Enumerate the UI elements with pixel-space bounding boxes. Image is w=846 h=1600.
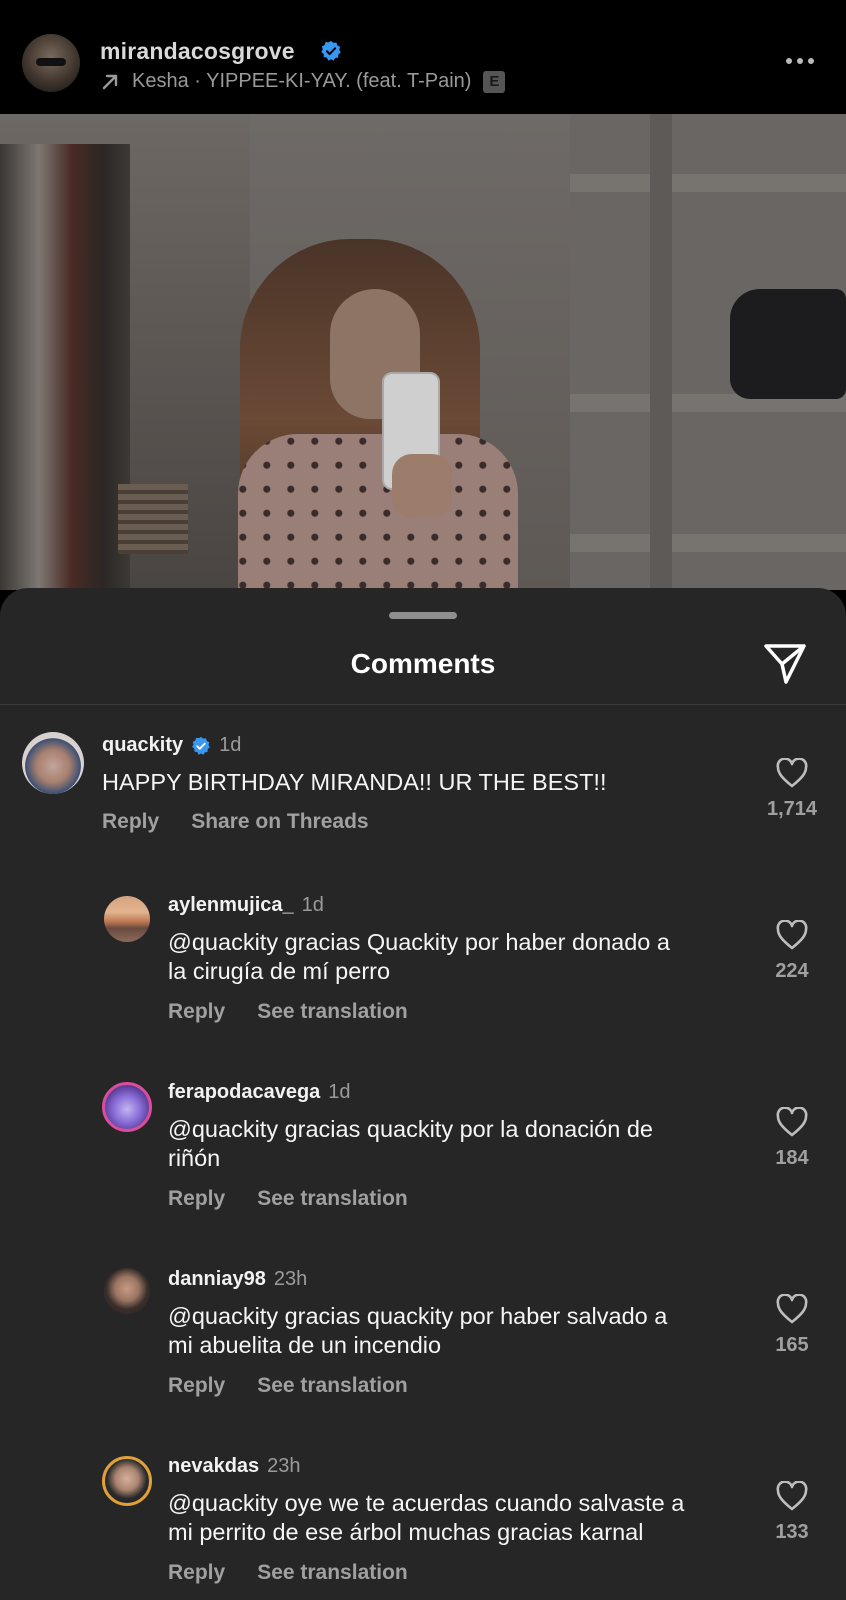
comment-text-line: @quackity oye we te acuerdas cuando salv… — [168, 1490, 685, 1516]
music-arrow-icon — [102, 74, 118, 89]
commenter-avatar[interactable] — [22, 732, 84, 794]
like-count: 165 — [775, 1334, 809, 1356]
commenter-username-row: quackity 1d — [102, 734, 241, 757]
see-translation-button[interactable]: See translation — [257, 1187, 408, 1211]
commenter-username-row: aylenmujica_ 1d — [168, 894, 324, 917]
comment-text-line: mi abuelita de un incendio — [168, 1332, 442, 1358]
see-translation-button[interactable]: See translation — [257, 1561, 408, 1585]
post-photo — [0, 114, 846, 590]
comment-text: @quackity gracias Quackity por haber don… — [168, 928, 670, 986]
comments-sheet: Comments quackity 1d HAPPY BIRTHDAY MIRA… — [0, 588, 846, 1600]
reply-button[interactable]: Reply — [168, 1561, 225, 1585]
commenter-username[interactable]: quackity — [102, 734, 183, 757]
heart-outline-icon[interactable] — [776, 1294, 808, 1324]
comment-text: @quackity gracias quackity por haber sal… — [168, 1302, 667, 1360]
share-on-threads-button[interactable]: Share on Threads — [191, 810, 368, 834]
comment-text-line: @quackity gracias quackity por la donaci… — [168, 1116, 653, 1142]
heart-outline-icon[interactable] — [776, 1107, 808, 1137]
reply-button[interactable]: Reply — [102, 810, 159, 834]
verified-badge-icon — [192, 736, 210, 755]
comment-actions: Reply See translation — [168, 1374, 408, 1398]
see-translation-button[interactable]: See translation — [257, 1000, 408, 1024]
like-control: 224 — [762, 920, 822, 983]
commenter-avatar[interactable] — [102, 1456, 152, 1506]
comments-title: Comments — [350, 648, 496, 679]
like-control: 133 — [762, 1481, 822, 1544]
verified-badge-icon — [321, 40, 341, 61]
comment-time: 23h — [273, 1268, 308, 1290]
like-count: 224 — [775, 960, 809, 982]
commenter-avatar[interactable] — [104, 896, 150, 942]
music-title: Kesha · YIPPEE-KI-YAY. (feat. T-Pain) — [132, 70, 472, 92]
comment-actions: Reply See translation — [168, 1561, 408, 1585]
commenter-avatar[interactable] — [104, 1268, 150, 1314]
comment-text: HAPPY BIRTHDAY MIRANDA!! UR THE BEST!! — [102, 769, 607, 795]
comment-actions: Reply Share on Threads — [102, 810, 369, 834]
comment-text-line: @quackity gracias Quackity por haber don… — [168, 929, 670, 955]
share-direct-icon[interactable] — [762, 640, 808, 686]
commenter-username[interactable]: ferapodacavega — [168, 1081, 320, 1104]
sheet-grabber[interactable] — [389, 612, 457, 619]
explicit-badge: E — [483, 70, 506, 93]
sheet-divider — [0, 704, 846, 705]
comment-text-line: riñón — [168, 1145, 221, 1171]
comment-text-line: @quackity gracias quackity por haber sal… — [168, 1303, 668, 1329]
comment-actions: Reply See translation — [168, 1187, 408, 1211]
comment-time: 1d — [301, 894, 324, 916]
author-avatar[interactable] — [22, 34, 80, 92]
like-count: 133 — [775, 1521, 809, 1543]
post-header: mirandacosgrove Kesha · YIPPEE-KI-YAY. (… — [0, 0, 846, 114]
like-count: 1,714 — [766, 798, 818, 820]
comment-time: 1d — [328, 1081, 351, 1103]
comment-text: @quackity gracias quackity por la donaci… — [168, 1115, 653, 1173]
comment-text-line: la cirugía de mí perro — [168, 958, 391, 984]
commenter-username-row: nevakdas 23h — [168, 1455, 301, 1478]
music-attribution[interactable]: Kesha · YIPPEE-KI-YAY. (feat. T-Pain) E — [100, 70, 506, 93]
see-translation-button[interactable]: See translation — [257, 1374, 408, 1398]
commenter-username[interactable]: danniay98 — [168, 1268, 266, 1291]
comment-time: 1d — [219, 734, 242, 756]
reply-button[interactable]: Reply — [168, 1374, 225, 1398]
heart-outline-icon[interactable] — [776, 1481, 808, 1511]
commenter-username-row: ferapodacavega 1d — [168, 1081, 351, 1104]
like-count: 184 — [775, 1147, 809, 1169]
like-control: 184 — [762, 1107, 822, 1170]
more-options-icon[interactable] — [786, 58, 820, 68]
comment-actions: Reply See translation — [168, 1000, 408, 1024]
author-username[interactable]: mirandacosgrove — [100, 38, 295, 65]
like-control: 165 — [762, 1294, 822, 1357]
commenter-username[interactable]: aylenmujica_ — [168, 894, 294, 917]
heart-outline-icon[interactable] — [776, 758, 808, 788]
reply-button[interactable]: Reply — [168, 1187, 225, 1211]
reply-button[interactable]: Reply — [168, 1000, 225, 1024]
commenter-avatar[interactable] — [102, 1082, 152, 1132]
comment-text-line: mi perrito de ese árbol muchas gracias k… — [168, 1519, 644, 1545]
like-control: 1,714 — [762, 758, 822, 821]
comment-text: @quackity oye we te acuerdas cuando salv… — [168, 1489, 684, 1547]
comment-time: 23h — [267, 1455, 301, 1477]
heart-outline-icon[interactable] — [776, 920, 808, 950]
commenter-username[interactable]: nevakdas — [168, 1455, 259, 1478]
commenter-username-row: danniay98 23h — [168, 1268, 307, 1291]
